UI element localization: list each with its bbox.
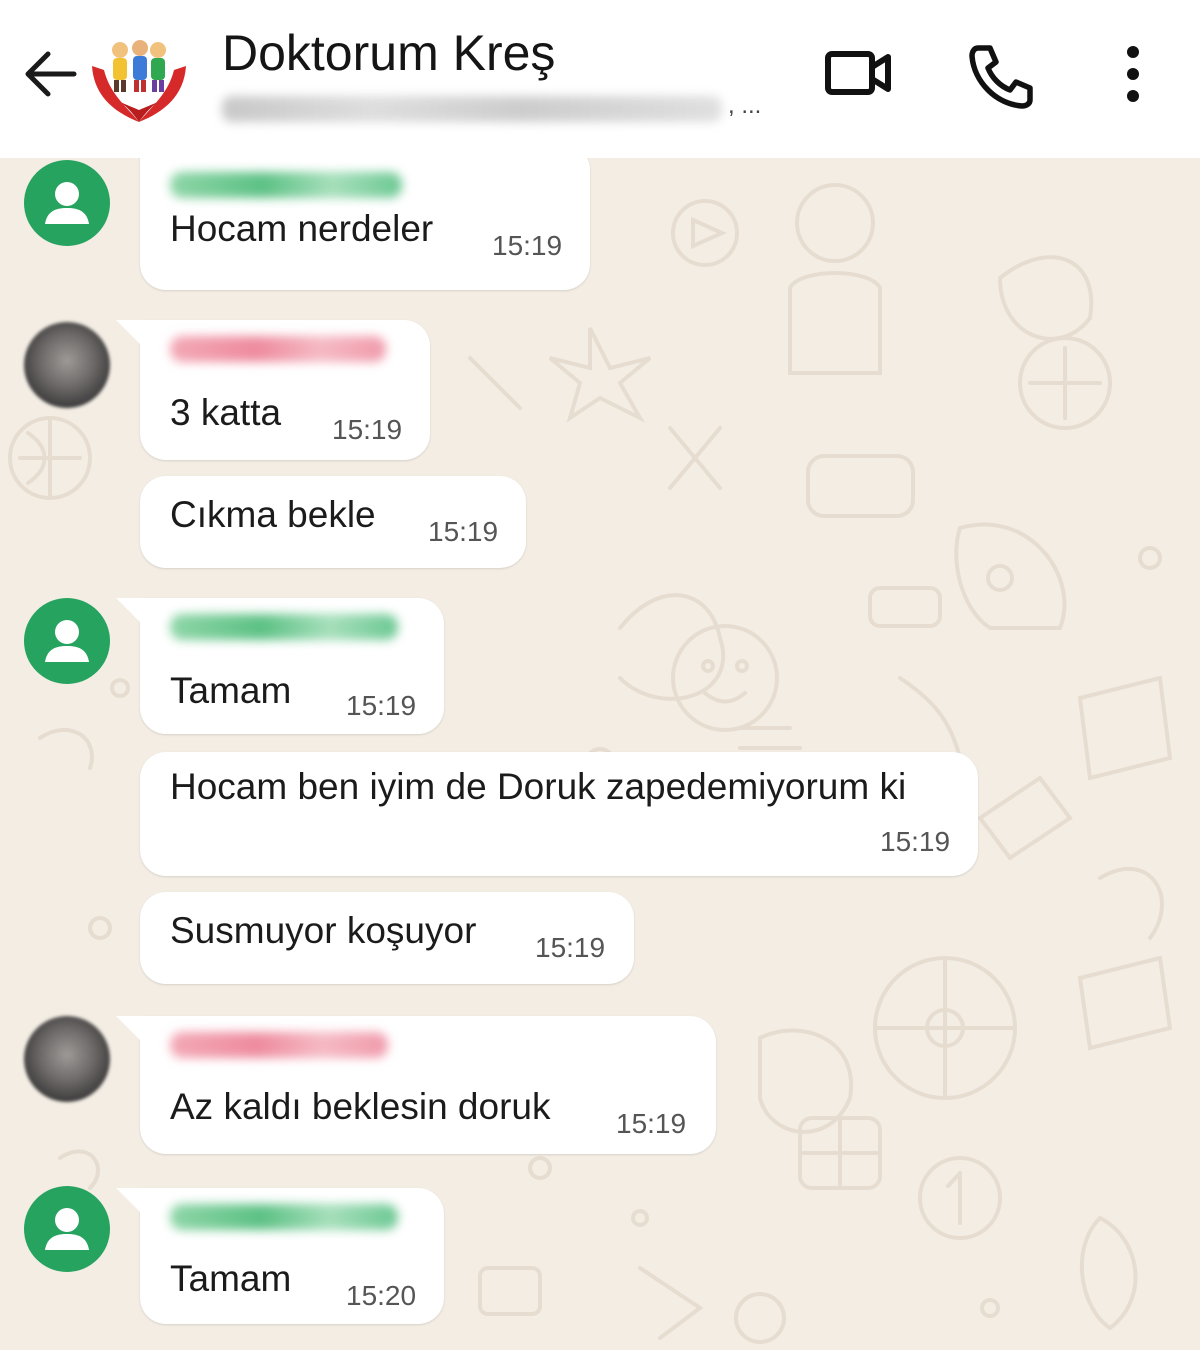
message-bubble[interactable]: Hocam nerdeler 15:19 bbox=[140, 158, 590, 290]
message-text: Cıkma bekle bbox=[170, 494, 376, 535]
chat-title[interactable]: Doktorum Kreş bbox=[222, 24, 555, 82]
sender-avatar[interactable] bbox=[24, 1016, 110, 1102]
message-text: 3 katta bbox=[170, 392, 282, 433]
more-options-icon[interactable] bbox=[1110, 40, 1156, 112]
message-bubble[interactable]: Cıkma bekle 15:19 bbox=[140, 476, 526, 568]
sender-avatar[interactable] bbox=[24, 160, 110, 246]
message-time: 15:19 bbox=[535, 932, 606, 963]
sender-name bbox=[170, 1032, 388, 1058]
message-text: Az kaldı beklesin doruk bbox=[170, 1086, 551, 1127]
video-call-icon[interactable] bbox=[822, 40, 894, 104]
message-text: Tamam bbox=[170, 670, 292, 711]
sender-name bbox=[170, 1204, 398, 1230]
message-text: Hocam nerdeler bbox=[170, 208, 434, 249]
sender-avatar[interactable] bbox=[24, 1186, 110, 1272]
message-text: Susmuyor koşuyor bbox=[170, 910, 477, 951]
blurred-participants bbox=[222, 96, 722, 122]
message-time: 15:19 bbox=[332, 414, 403, 445]
message-bubble[interactable]: Tamam 15:20 bbox=[116, 1188, 444, 1324]
default-avatar-icon bbox=[45, 1208, 89, 1250]
message-time: 15:19 bbox=[492, 230, 563, 261]
back-arrow-icon[interactable] bbox=[22, 48, 78, 100]
participants-ellipsis: , ... bbox=[728, 92, 762, 119]
message-time: 15:19 bbox=[346, 690, 417, 721]
sender-avatar[interactable] bbox=[24, 322, 110, 408]
chat-header: Doktorum Kreş , ... bbox=[0, 0, 1200, 158]
message-bubble[interactable]: Tamam 15:19 bbox=[116, 598, 444, 734]
message-bubble[interactable]: Az kaldı beklesin doruk 15:19 bbox=[116, 1016, 716, 1154]
message-time: 15:20 bbox=[346, 1280, 417, 1311]
voice-call-icon[interactable] bbox=[966, 40, 1038, 110]
default-avatar-icon bbox=[45, 620, 89, 662]
bubble-tail bbox=[116, 320, 142, 346]
bubble-tail bbox=[116, 1188, 142, 1214]
sender-avatar[interactable] bbox=[24, 598, 110, 684]
default-avatar-icon bbox=[45, 182, 89, 224]
bubble-tail bbox=[116, 1016, 142, 1042]
bubble-tail bbox=[116, 598, 142, 624]
message-text: Hocam ben iyim de Doruk zapedemiyorum ki bbox=[170, 766, 907, 807]
sender-name bbox=[170, 336, 386, 362]
group-logo[interactable] bbox=[86, 36, 192, 128]
message-bubble[interactable]: 3 katta 15:19 bbox=[116, 320, 430, 460]
message-time: 15:19 bbox=[616, 1108, 687, 1139]
participants-subtitle[interactable]: , ... bbox=[222, 92, 782, 128]
message-text: Tamam bbox=[170, 1258, 292, 1299]
message-time: 15:19 bbox=[428, 516, 499, 547]
message-time: 15:19 bbox=[880, 826, 951, 857]
message-bubble[interactable]: Susmuyor koşuyor 15:19 bbox=[140, 892, 634, 984]
sender-name bbox=[170, 614, 398, 640]
sender-name bbox=[170, 172, 402, 198]
message-bubble[interactable]: Hocam ben iyim de Doruk zapedemiyorum ki… bbox=[140, 752, 978, 876]
chat-area[interactable]: Hocam nerdeler 15:19 3 katta 15:19 Cıkma… bbox=[0, 158, 1200, 1350]
